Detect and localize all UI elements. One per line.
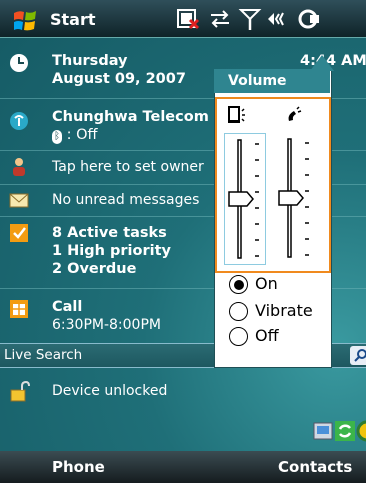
date-block[interactable]: Thursday August 09, 2007 [52,52,186,88]
connectivity-icon[interactable] [208,7,232,31]
ringer-slider-thumb [278,190,304,206]
sync-icon[interactable] [334,420,356,442]
device-lock-status[interactable]: Device unlocked [52,382,167,400]
radio-circle [229,327,248,346]
owner-person-icon [13,158,25,176]
taskbar: Start [0,0,366,38]
calendar-icon [10,300,28,318]
search-label: Live Search [4,347,83,363]
ringer-on-radio[interactable]: On [229,274,339,296]
device-volume-slider[interactable] [224,133,266,265]
radio-circle [229,302,248,321]
contacts-softkey[interactable]: Contacts [278,458,352,476]
magnifier-icon [354,349,366,362]
clock-icon [10,54,28,72]
date-full: August 09, 2007 [52,71,186,87]
ringer-vibrate-label: Vibrate [255,301,313,320]
sim-card-icon[interactable] [176,7,200,31]
start-button[interactable]: Start [6,3,146,35]
bluetooth-icon: ᛒ [52,130,62,144]
phone-block[interactable]: Chunghwa Telecom ᛒ : Off [52,108,209,144]
battery-power-icon[interactable] [296,7,320,31]
speaker-icon[interactable] [266,7,290,31]
slider-track [228,139,259,259]
appointment-block[interactable]: Call 6:30PM-8:00PM [52,298,161,334]
app-tray-icon[interactable] [312,420,334,442]
device-slider-thumb [228,191,254,207]
start-label: Start [50,10,96,29]
ringer-off-label: Off [255,326,279,345]
volume-popup: Volume On Vibrate Off [214,55,334,368]
phone-signal-icon [10,112,28,130]
today-screen: Start Thursday August 09, 2007 4:44 AM C… [0,0,366,483]
volume-sliders-panel [215,97,331,273]
device-volume-icon [228,106,245,123]
ringer-off-radio[interactable]: Off [229,326,339,348]
messages-link[interactable]: No unread messages [52,191,199,209]
bluetooth-status: : Off [66,127,98,143]
tasks-high-priority: 1 High priority [52,243,171,259]
ringer-volume-icon [288,106,302,121]
radio-selected-dot [234,280,244,290]
envelope-icon [9,193,29,208]
slider-track [278,138,309,258]
ringer-on-label: On [255,274,278,293]
tasks-icon [10,224,28,242]
volume-title: Volume [228,73,287,89]
ringer-volume-slider[interactable] [275,133,315,263]
ringer-vibrate-radio[interactable]: Vibrate [229,301,339,323]
date-day: Thursday [52,53,128,69]
search-button[interactable] [350,346,366,365]
signal-strength-icon[interactable] [238,7,262,31]
carrier-name: Chunghwa Telecom [52,109,209,125]
unlocked-padlock-icon [10,380,30,402]
appointment-title: Call [52,299,83,315]
wireless-manager-icon[interactable] [356,420,366,442]
windows-logo-icon [14,11,36,31]
soft-key-bar: Phone Contacts [0,451,366,483]
phone-softkey[interactable]: Phone [52,458,105,476]
tasks-overdue: 2 Overdue [52,261,137,277]
tasks-active: 8 Active tasks [52,225,167,241]
appointment-time: 6:30PM-8:00PM [52,317,161,333]
tasks-block[interactable]: 8 Active tasks 1 High priority 2 Overdue [52,224,171,278]
volume-title-bar: Volume [214,69,330,93]
radio-circle [229,275,248,294]
owner-link[interactable]: Tap here to set owner [52,158,204,176]
